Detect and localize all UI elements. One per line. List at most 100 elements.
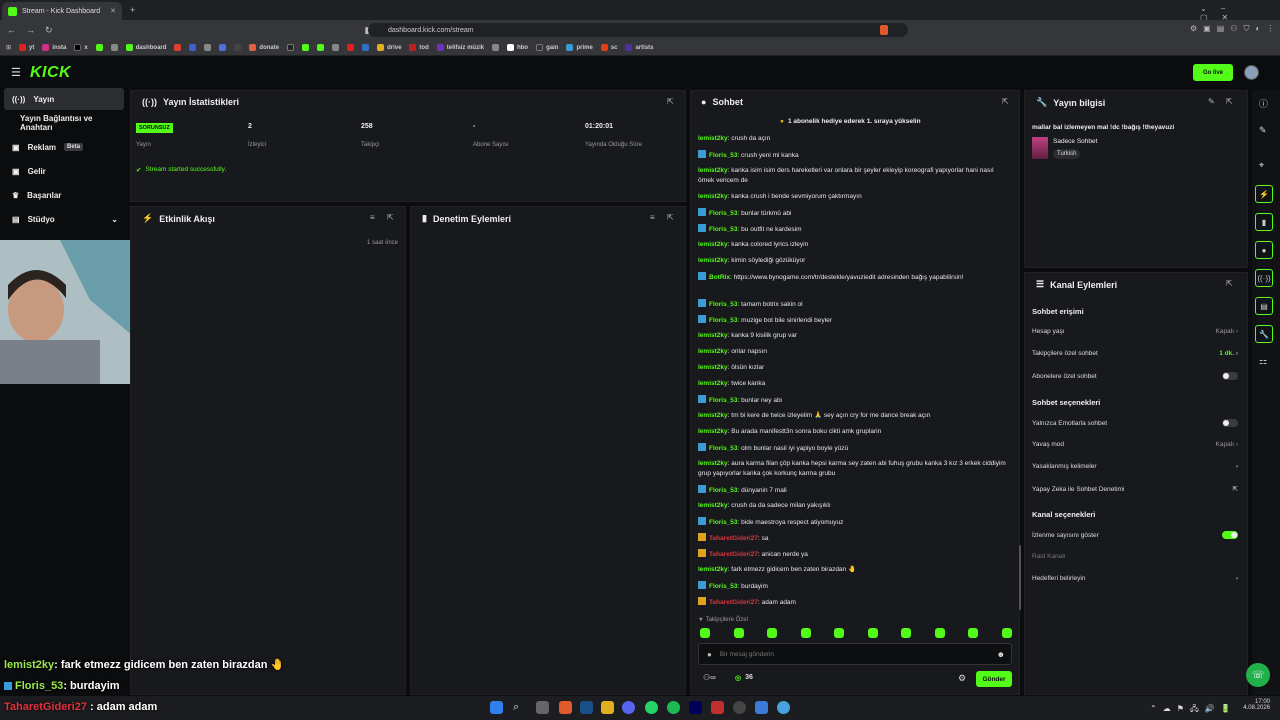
bookmark-item[interactable] bbox=[95, 44, 103, 51]
chat-username[interactable]: lemist2ky bbox=[698, 380, 728, 387]
emote-icon[interactable] bbox=[800, 628, 811, 638]
category-name[interactable]: Sadece Sohbet bbox=[1053, 138, 1097, 145]
sidebar-item-yayin[interactable]: ((·)) Yayın bbox=[4, 88, 124, 110]
sidebar-item-basarilar[interactable]: ♛ Başarılar bbox=[4, 184, 124, 206]
windows-start-icon[interactable] bbox=[490, 701, 503, 714]
app-icon[interactable] bbox=[777, 701, 790, 714]
help-chat-icon[interactable]: ☏ bbox=[1246, 663, 1270, 687]
brave-shield-icon[interactable] bbox=[880, 25, 888, 35]
system-tray-icons[interactable]: ⌃☁⚑🖧🔊🔋 bbox=[1150, 703, 1237, 717]
bookmark-item[interactable] bbox=[362, 44, 370, 51]
go-live-button[interactable]: Go live bbox=[1193, 64, 1233, 81]
sidebar-item-studyo[interactable]: ▤ Stüdyo ⌄ bbox=[4, 208, 124, 230]
pinned-message[interactable]: ● 1 abonelik hediye ederek 1. sıraya yüks… bbox=[780, 118, 921, 125]
bookmark-item[interactable]: hbo bbox=[507, 44, 528, 51]
obs-icon[interactable] bbox=[733, 701, 746, 714]
chat-input[interactable]: ● Bir mesaj gönderin ☻ bbox=[698, 643, 1012, 665]
bookmark-item[interactable]: artists bbox=[625, 44, 653, 51]
clock[interactable]: 17:00 4.08.2026 bbox=[1240, 699, 1270, 711]
emote-icon[interactable] bbox=[867, 628, 878, 638]
emote-only-row[interactable]: Yalnızca Emotlarla sohbet bbox=[1032, 419, 1238, 427]
steam-icon[interactable] bbox=[580, 701, 593, 714]
folder-icon[interactable] bbox=[601, 701, 614, 714]
rail-stats-button[interactable]: ▤ bbox=[1255, 297, 1273, 315]
account-age-row[interactable]: Hesap yaşı Kapalı › bbox=[1032, 328, 1238, 335]
forward-icon[interactable]: → bbox=[26, 25, 35, 35]
apps-icon[interactable]: ⊞ bbox=[6, 44, 11, 51]
chat-scrollbar[interactable] bbox=[1019, 545, 1021, 610]
avatar[interactable] bbox=[1244, 65, 1259, 80]
rail-wrench-button[interactable]: 🔧 bbox=[1255, 325, 1273, 343]
sidebar-item-stream-key[interactable]: Yayın Bağlantısı ve Anahtarı bbox=[4, 112, 124, 134]
whatsapp-icon[interactable] bbox=[645, 701, 658, 714]
emote-icon[interactable] bbox=[1001, 628, 1012, 638]
bookmark-item[interactable]: prime bbox=[566, 44, 593, 51]
bookmark-item[interactable]: dashboard bbox=[125, 44, 166, 51]
settings-icon[interactable]: ⚙ bbox=[958, 673, 966, 684]
rail-bolt-button[interactable]: ⚡ bbox=[1255, 185, 1273, 203]
extensions-icon[interactable]: ⚙▣▤⚇⛉◐⋮ bbox=[1190, 24, 1280, 34]
chat-username[interactable]: TaharetGideri27 bbox=[709, 551, 758, 558]
reload-icon[interactable]: ↻ bbox=[45, 25, 53, 36]
layout-icon[interactable]: ⚏ bbox=[1259, 356, 1267, 367]
bookmark-item[interactable] bbox=[332, 44, 340, 51]
browser-tab[interactable]: Stream - Kick Dashboard ✕ bbox=[2, 2, 122, 20]
app-icon[interactable] bbox=[711, 701, 724, 714]
emote-icon[interactable] bbox=[834, 628, 845, 638]
popout-icon[interactable]: ⇱ bbox=[1226, 97, 1233, 106]
chat-username[interactable]: lemist2ky bbox=[698, 135, 728, 142]
chat-username[interactable]: BotRix bbox=[709, 274, 730, 281]
bookmark-item[interactable] bbox=[189, 44, 197, 51]
popout-icon[interactable]: ⇱ bbox=[667, 97, 674, 106]
users-icon[interactable]: ⚇∞ bbox=[703, 673, 716, 682]
chat-username[interactable]: Floris_53 bbox=[709, 487, 738, 494]
bookmark-item[interactable]: sc bbox=[600, 44, 617, 51]
discord-icon[interactable] bbox=[622, 701, 635, 714]
app-icon[interactable] bbox=[755, 701, 768, 714]
chat-username[interactable]: TaharetGideri27 bbox=[709, 599, 758, 606]
subs-chat-toggle[interactable] bbox=[1222, 372, 1238, 380]
chat-username[interactable]: Floris_53 bbox=[709, 519, 738, 526]
emote-only-toggle[interactable] bbox=[1222, 419, 1238, 427]
bookmark-item[interactable] bbox=[174, 44, 182, 51]
emote-icon[interactable] bbox=[733, 628, 744, 638]
bookmark-item[interactable]: drive bbox=[377, 44, 401, 51]
edit-icon[interactable]: ✎ bbox=[1208, 97, 1215, 106]
popout-icon[interactable]: ⇱ bbox=[667, 213, 674, 222]
chat-username[interactable]: lemist2ky bbox=[698, 257, 728, 264]
bookmark-item[interactable]: telifsiz müzik bbox=[436, 44, 484, 51]
bookmark-item[interactable]: yt bbox=[19, 44, 34, 51]
subs-chat-row[interactable]: Abonelere özel sohbet bbox=[1032, 372, 1238, 380]
emote-icon[interactable] bbox=[700, 628, 710, 638]
bookmark-item[interactable] bbox=[234, 44, 242, 51]
new-tab-icon[interactable]: + bbox=[130, 5, 135, 15]
menu-icon[interactable]: ☰ bbox=[11, 66, 21, 79]
popout-icon[interactable]: ⇱ bbox=[1002, 97, 1009, 106]
banned-words-row[interactable]: Yasaklanmış kelimeler › bbox=[1032, 463, 1238, 470]
emote-icon[interactable] bbox=[968, 628, 979, 638]
chat-username[interactable]: lemist2ky bbox=[698, 412, 728, 419]
chat-username[interactable]: lemist2ky bbox=[698, 167, 728, 174]
bookmark-item[interactable] bbox=[287, 44, 295, 51]
show-viewers-toggle[interactable] bbox=[1222, 531, 1238, 539]
bookmark-item[interactable] bbox=[492, 44, 500, 51]
rail-shield-button[interactable]: ▮ bbox=[1255, 213, 1273, 231]
followers-chat-row[interactable]: Takipçilere özel sohbet 1 dk. › bbox=[1032, 350, 1238, 357]
bookmark-item[interactable]: gain bbox=[536, 44, 558, 51]
chat-username[interactable]: lemist2ky bbox=[698, 460, 728, 467]
slow-mode-row[interactable]: Yavaş mod Kapalı › bbox=[1032, 441, 1238, 448]
chat-username[interactable]: lemist2ky bbox=[698, 348, 728, 355]
chat-username[interactable]: Floris_53 bbox=[709, 445, 738, 452]
kick-logo[interactable]: KICK bbox=[30, 64, 71, 82]
bookmark-item[interactable]: tod bbox=[409, 44, 429, 51]
tag-chip[interactable]: Turkish bbox=[1053, 149, 1081, 159]
rail-chat-button[interactable]: ● bbox=[1255, 241, 1273, 259]
ai-moderation-row[interactable]: Yapay Zeka ile Sohbet Denetimi ⇱ bbox=[1032, 485, 1238, 494]
chat-username[interactable]: lemist2ky bbox=[698, 364, 728, 371]
bookmark-item[interactable] bbox=[347, 44, 355, 51]
send-button[interactable]: Gönder bbox=[976, 671, 1012, 687]
chat-username[interactable]: TaharetGideri27 bbox=[709, 535, 758, 542]
bookmark-item[interactable] bbox=[317, 44, 325, 51]
goals-row[interactable]: Hedefleri belirleyin › bbox=[1032, 575, 1238, 582]
brave-icon[interactable] bbox=[559, 701, 572, 714]
